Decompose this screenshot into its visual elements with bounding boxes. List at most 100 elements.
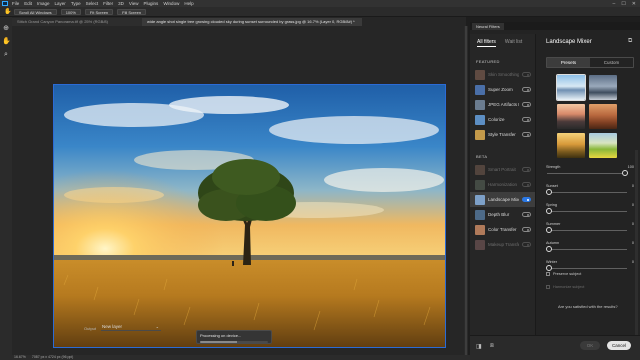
filter-toggle[interactable]	[522, 212, 531, 217]
menu-type[interactable]: Type	[71, 1, 81, 6]
menu-help[interactable]: Help	[184, 1, 193, 6]
zoom-tool-icon[interactable]: ⌕	[2, 51, 10, 59]
preset-grid	[556, 74, 617, 158]
slider-handle[interactable]	[546, 246, 552, 252]
slider-handle[interactable]	[546, 208, 552, 214]
filter-item[interactable]: Skin Smoothing	[470, 67, 535, 82]
filter-item[interactable]: Makeup Transfer	[470, 237, 535, 252]
slider-track[interactable]	[547, 249, 627, 250]
preset-thumbnail[interactable]	[589, 133, 617, 158]
canvas-vertical-scrollbar[interactable]	[464, 26, 468, 355]
tab-presets[interactable]: Presets	[547, 58, 590, 67]
zoom-100-button[interactable]: 100%	[60, 8, 81, 15]
fit-screen-button[interactable]: Fit Screen	[84, 8, 114, 15]
filter-item[interactable]: Colorize	[470, 112, 535, 127]
preserve-subject-checkbox[interactable]: Preserve subject	[546, 272, 581, 276]
menu-view[interactable]: View	[129, 1, 139, 6]
slider-sunset[interactable]: Sunset 0	[546, 184, 636, 203]
slider-handle[interactable]	[546, 227, 552, 233]
layer-preview-icon[interactable]: ⧉	[628, 38, 632, 45]
filter-toggle[interactable]	[522, 132, 531, 137]
slider-summer[interactable]: Summer 0	[546, 222, 636, 241]
filter-label: Colorize	[488, 117, 505, 122]
filter-toggle[interactable]	[522, 102, 531, 107]
harmonize-subject-checkbox[interactable]: Harmonize subject	[546, 285, 584, 289]
filter-label: JPEG Artifacts Removal	[488, 102, 519, 107]
menu-file[interactable]: File	[12, 1, 19, 6]
slider-handle[interactable]	[546, 189, 552, 195]
document-image[interactable]	[53, 84, 446, 348]
layer-stack-icon[interactable]: ⧈	[490, 343, 494, 350]
slider-track[interactable]	[547, 192, 627, 193]
slider-strength[interactable]: Strength 100	[546, 165, 636, 184]
slider-track[interactable]	[547, 230, 627, 231]
menu-window[interactable]: Window	[163, 1, 179, 6]
status-doc-info: 7087 px x 4724 px (96 ppi)	[31, 355, 74, 359]
slider-winter[interactable]: Winter 0	[546, 260, 636, 279]
processing-progress-fill	[200, 341, 238, 343]
filter-thumbnail	[475, 84, 485, 95]
slider-handle[interactable]	[622, 170, 628, 176]
hand-tool-icon[interactable]: ✋	[4, 9, 11, 15]
filter-toggle[interactable]	[522, 182, 531, 187]
slider-handle[interactable]	[546, 265, 552, 271]
hand-tool-icon[interactable]: ✋	[2, 38, 11, 46]
output-select[interactable]: New layer ⌄	[101, 322, 161, 331]
filter-item[interactable]: Smart Portrait	[470, 162, 535, 177]
checkbox-box[interactable]	[546, 272, 550, 276]
filter-item[interactable]: Style Transfer	[470, 127, 535, 142]
filter-item[interactable]: JPEG Artifacts Removal	[470, 97, 535, 112]
show-original-icon[interactable]: ◨	[476, 343, 482, 350]
settings-scrollbar[interactable]	[635, 150, 638, 350]
filter-toggle[interactable]	[522, 242, 531, 247]
filter-thumbnail	[475, 179, 485, 190]
ok-button[interactable]: OK	[580, 341, 600, 350]
slider-track[interactable]	[547, 211, 627, 212]
canvas-area[interactable]	[12, 26, 464, 355]
filter-item[interactable]: Color Transfer	[470, 222, 535, 237]
menu-layer[interactable]: Layer	[55, 1, 66, 6]
preset-thumbnail[interactable]	[556, 74, 586, 101]
scroll-all-windows-checkbox[interactable]: Scroll All Windows	[14, 8, 57, 15]
processing-text: Processing on device...	[200, 333, 242, 338]
cancel-button[interactable]: Cancel	[607, 341, 631, 350]
preset-thumbnail[interactable]	[589, 104, 617, 129]
tab-wait-list[interactable]: Wait list	[505, 39, 522, 47]
preset-thumbnail[interactable]	[589, 75, 617, 100]
menu-edit[interactable]: Edit	[24, 1, 32, 6]
move-tool-icon[interactable]: ⊕	[2, 25, 10, 33]
preset-thumbnail[interactable]	[557, 104, 585, 129]
menu-3d[interactable]: 3D	[118, 1, 124, 6]
preset-thumbnail[interactable]	[557, 133, 585, 158]
fill-screen-button[interactable]: Fill Screen	[117, 8, 147, 15]
slider-spring[interactable]: Spring 0	[546, 203, 636, 222]
slider-track[interactable]	[547, 268, 627, 269]
filter-item[interactable]: Super Zoom	[470, 82, 535, 97]
menu-image[interactable]: Image	[37, 1, 50, 6]
filter-toggle[interactable]	[522, 87, 531, 92]
filter-toggle[interactable]	[522, 227, 531, 232]
slider-track[interactable]	[547, 173, 627, 174]
slider-autumn[interactable]: Autumn 0	[546, 241, 636, 260]
checkbox-box[interactable]	[546, 285, 550, 289]
filter-toggle[interactable]	[522, 167, 531, 172]
slider-value: 0	[631, 260, 634, 264]
doc-tab-tree[interactable]: wide angle shot single tree growing clou…	[142, 18, 362, 26]
menu-filter[interactable]: Filter	[103, 1, 113, 6]
menu-plugins[interactable]: Plugins	[144, 1, 159, 6]
preserve-subject-label: Preserve subject	[553, 272, 582, 276]
filter-item[interactable]: Harmonization	[470, 177, 535, 192]
tab-all-filters[interactable]: All filters	[477, 39, 496, 47]
filter-item[interactable]: Landscape Mixer	[470, 192, 535, 207]
harmonize-subject-label: Harmonize subject	[553, 285, 585, 289]
filter-item[interactable]: Depth Blur	[470, 207, 535, 222]
menu-select[interactable]: Select	[86, 1, 99, 6]
status-zoom[interactable]: 16.67%	[14, 355, 26, 360]
tools-panel: ⊕ ✋ ⌕	[0, 17, 12, 355]
filter-toggle[interactable]	[522, 197, 531, 202]
filter-toggle[interactable]	[522, 117, 531, 122]
doc-tab-panorama[interactable]: Stitch Grand Canyon Panorama.tif @ 25% (…	[12, 18, 142, 26]
tab-custom[interactable]: Custom	[590, 58, 633, 67]
filter-toggle[interactable]	[522, 72, 531, 77]
neural-filters-tab[interactable]: Neural Filters	[472, 23, 504, 30]
